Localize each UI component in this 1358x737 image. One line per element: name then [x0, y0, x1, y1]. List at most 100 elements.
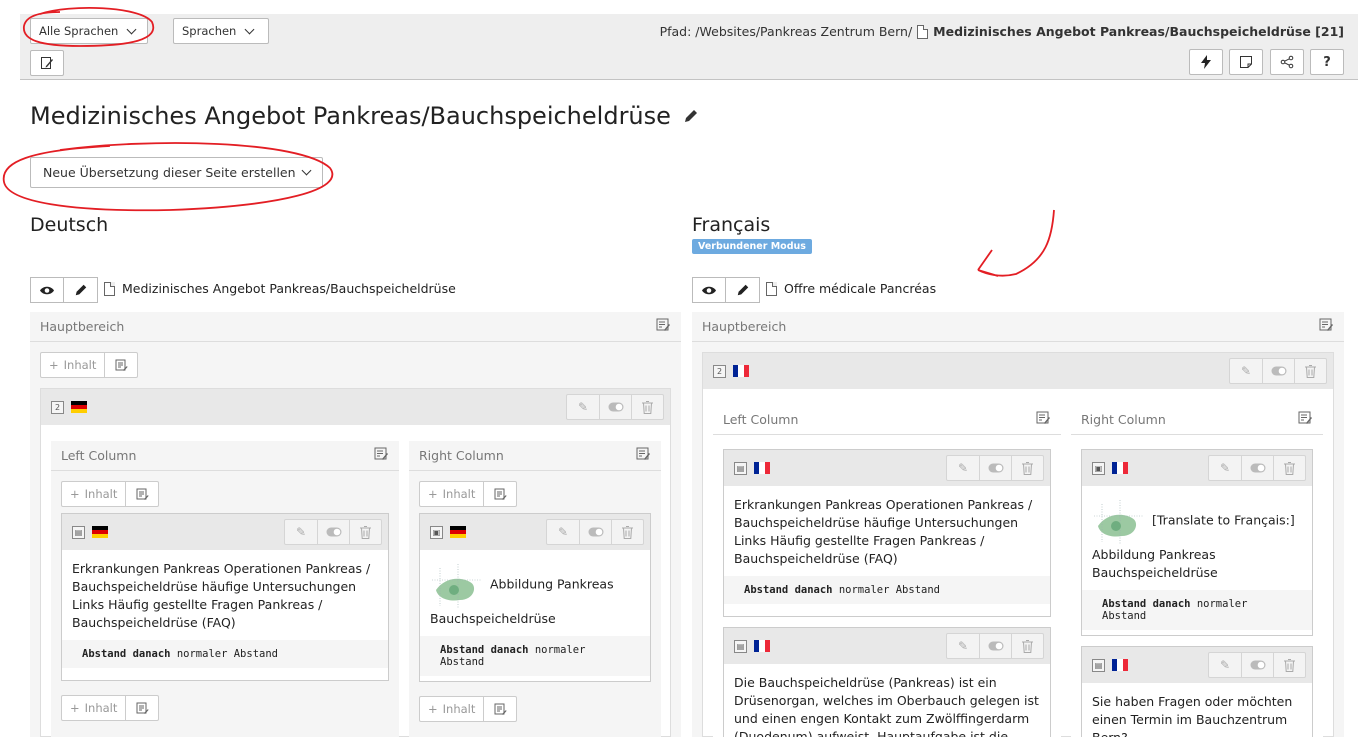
flag-de-icon	[450, 526, 466, 538]
add-content-button[interactable]: + Inhalt	[419, 696, 518, 722]
toggle-icon[interactable]	[979, 456, 1011, 480]
fr-area-header: Hauptbereich	[692, 312, 1344, 342]
content-element: ▤ ✎ Erkrankungen Pankreas Operationen Pa…	[61, 513, 389, 681]
fr-right-col-head: Right Column	[1071, 405, 1323, 435]
add-content-button[interactable]: + Inhalt	[61, 695, 160, 721]
ce-actions: ✎	[284, 519, 382, 545]
flag-de-icon	[92, 526, 108, 538]
view-select-label: Sprachen	[182, 24, 237, 38]
column-edit-icon[interactable]	[1319, 318, 1334, 336]
add-content-button[interactable]: + Inhalt	[40, 352, 139, 378]
trash-icon[interactable]	[1011, 634, 1043, 658]
column-edit-icon[interactable]	[374, 447, 389, 465]
de-left-column: Left Column + Inhalt ▤ ✎ Erkrankungen Pa…	[51, 441, 399, 737]
language-select-label: Alle Sprachen	[39, 24, 119, 38]
ce-spacing: Abstand danach normaler Abstand	[724, 576, 1050, 604]
clear-cache-button[interactable]	[1189, 49, 1223, 75]
fr-page-ref-title[interactable]: Offre médicale Pancréas	[784, 281, 936, 296]
add-content-label: Inhalt	[442, 487, 476, 501]
edit-page-button[interactable]	[30, 50, 64, 76]
share-button[interactable]	[1270, 49, 1304, 75]
column-edit-icon[interactable]	[656, 318, 671, 336]
pencil-icon[interactable]: ✎	[947, 456, 979, 480]
content-element: ▤ ✎ Sie haben Fragen oder möchten einen …	[1081, 646, 1313, 737]
view-button[interactable]	[30, 277, 64, 303]
de-page-ref-title[interactable]: Medizinisches Angebot Pankreas/Bauchspei…	[122, 281, 456, 296]
toggle-icon[interactable]	[1262, 359, 1294, 383]
paste-icon[interactable]	[126, 696, 158, 720]
grid-type-icon[interactable]: 2	[713, 364, 726, 378]
text-element-icon[interactable]: ▤	[1092, 658, 1105, 672]
trash-icon[interactable]	[349, 520, 381, 544]
paste-icon[interactable]	[105, 353, 137, 377]
grid-type-icon[interactable]: 2	[51, 400, 64, 414]
ce-header-icons: 2	[51, 400, 87, 414]
column-edit-icon[interactable]	[1298, 411, 1313, 429]
text-element-icon[interactable]: ▤	[72, 525, 85, 539]
ce-header-icons: ▤	[72, 525, 108, 539]
spacing-value: normaler Abstand	[838, 584, 940, 596]
ce-header: ▣ ✎	[420, 514, 650, 550]
trash-icon[interactable]	[1273, 456, 1305, 480]
text-image-element-icon[interactable]: ▣	[1092, 461, 1105, 475]
content-element: ▣ ✎ Abbildung Pankreas Bauchspeicheldrüse…	[419, 513, 651, 682]
help-button[interactable]: ?	[1310, 49, 1344, 75]
page-title-text: Medizinisches Angebot Pankreas/Bauchspei…	[30, 102, 671, 130]
fr-left-col-head: Left Column	[713, 405, 1061, 435]
flag-de-icon	[71, 401, 87, 413]
breadcrumb: Pfad: /Websites/Pankreas Zentrum Bern/ M…	[660, 24, 1344, 39]
note-icon	[1240, 56, 1252, 68]
view-select[interactable]: Sprachen	[173, 18, 269, 44]
pencil-icon[interactable]: ✎	[1209, 653, 1241, 677]
add-content-label-wrap: + Inhalt	[41, 353, 106, 377]
new-translation-select[interactable]: Neue Übersetzung dieser Seite erstellen	[30, 157, 323, 188]
ce-header: ▤ ✎	[724, 628, 1050, 664]
trash-icon[interactable]	[611, 520, 643, 544]
toggle-icon[interactable]	[579, 520, 611, 544]
paste-icon[interactable]	[484, 482, 516, 506]
trash-icon[interactable]	[1011, 456, 1043, 480]
share-icon	[1280, 55, 1294, 69]
language-select[interactable]: Alle Sprachen	[30, 18, 148, 44]
paste-icon[interactable]	[126, 482, 158, 506]
toggle-icon[interactable]	[979, 634, 1011, 658]
pencil-icon[interactable]: ✎	[1230, 359, 1262, 383]
trash-icon[interactable]	[1294, 359, 1326, 383]
pencil-icon[interactable]: ✎	[547, 520, 579, 544]
add-content-button[interactable]: + Inhalt	[419, 481, 518, 507]
toggle-icon[interactable]	[317, 520, 349, 544]
ce-header: ▤ ✎	[62, 514, 388, 550]
toggle-icon[interactable]	[1241, 653, 1273, 677]
ce-spacing: Abstand danach normaler Abstand	[1082, 590, 1312, 630]
add-content-label: Inhalt	[442, 702, 476, 716]
ce-header-icons: ▤	[1092, 658, 1128, 672]
spacing-key: Abstand danach	[1102, 598, 1191, 610]
column-edit-icon[interactable]	[1036, 411, 1051, 429]
paste-icon[interactable]	[484, 697, 516, 721]
edit-button[interactable]	[726, 277, 760, 303]
translate-prefix: [Translate to Français:]	[1152, 512, 1295, 528]
text-element-icon[interactable]: ▤	[734, 639, 747, 653]
toggle-icon[interactable]	[599, 395, 631, 419]
add-content-button[interactable]: + Inhalt	[61, 481, 160, 507]
view-button[interactable]	[692, 277, 726, 303]
pencil-icon[interactable]: ✎	[947, 634, 979, 658]
ce-header: ▤ ✎	[724, 450, 1050, 486]
text-element-icon[interactable]: ▤	[734, 461, 747, 475]
column-edit-icon[interactable]	[636, 447, 651, 465]
annotation-arrow	[977, 209, 1055, 277]
note-button[interactable]	[1229, 49, 1263, 75]
pencil-icon[interactable]: ✎	[1209, 456, 1241, 480]
trash-icon[interactable]	[1273, 653, 1305, 677]
grid-container-element: 2 ✎ Left Column ▤ ✎ Erkrankungen Pankrea…	[702, 352, 1334, 737]
edit-button[interactable]	[64, 277, 98, 303]
text-image-element-icon[interactable]: ▣	[430, 525, 443, 539]
toggle-icon[interactable]	[1241, 456, 1273, 480]
pencil-icon[interactable]: ✎	[567, 395, 599, 419]
pencil-icon[interactable]: ✎	[285, 520, 317, 544]
path-current-page[interactable]: Medizinisches Angebot Pankreas/Bauchspei…	[933, 24, 1344, 39]
pencil-icon[interactable]	[683, 108, 699, 124]
ce-text: Erkrankungen Pankreas Operationen Pankre…	[734, 497, 1033, 566]
trash-icon[interactable]	[631, 395, 663, 419]
flag-fr-icon	[733, 365, 749, 377]
